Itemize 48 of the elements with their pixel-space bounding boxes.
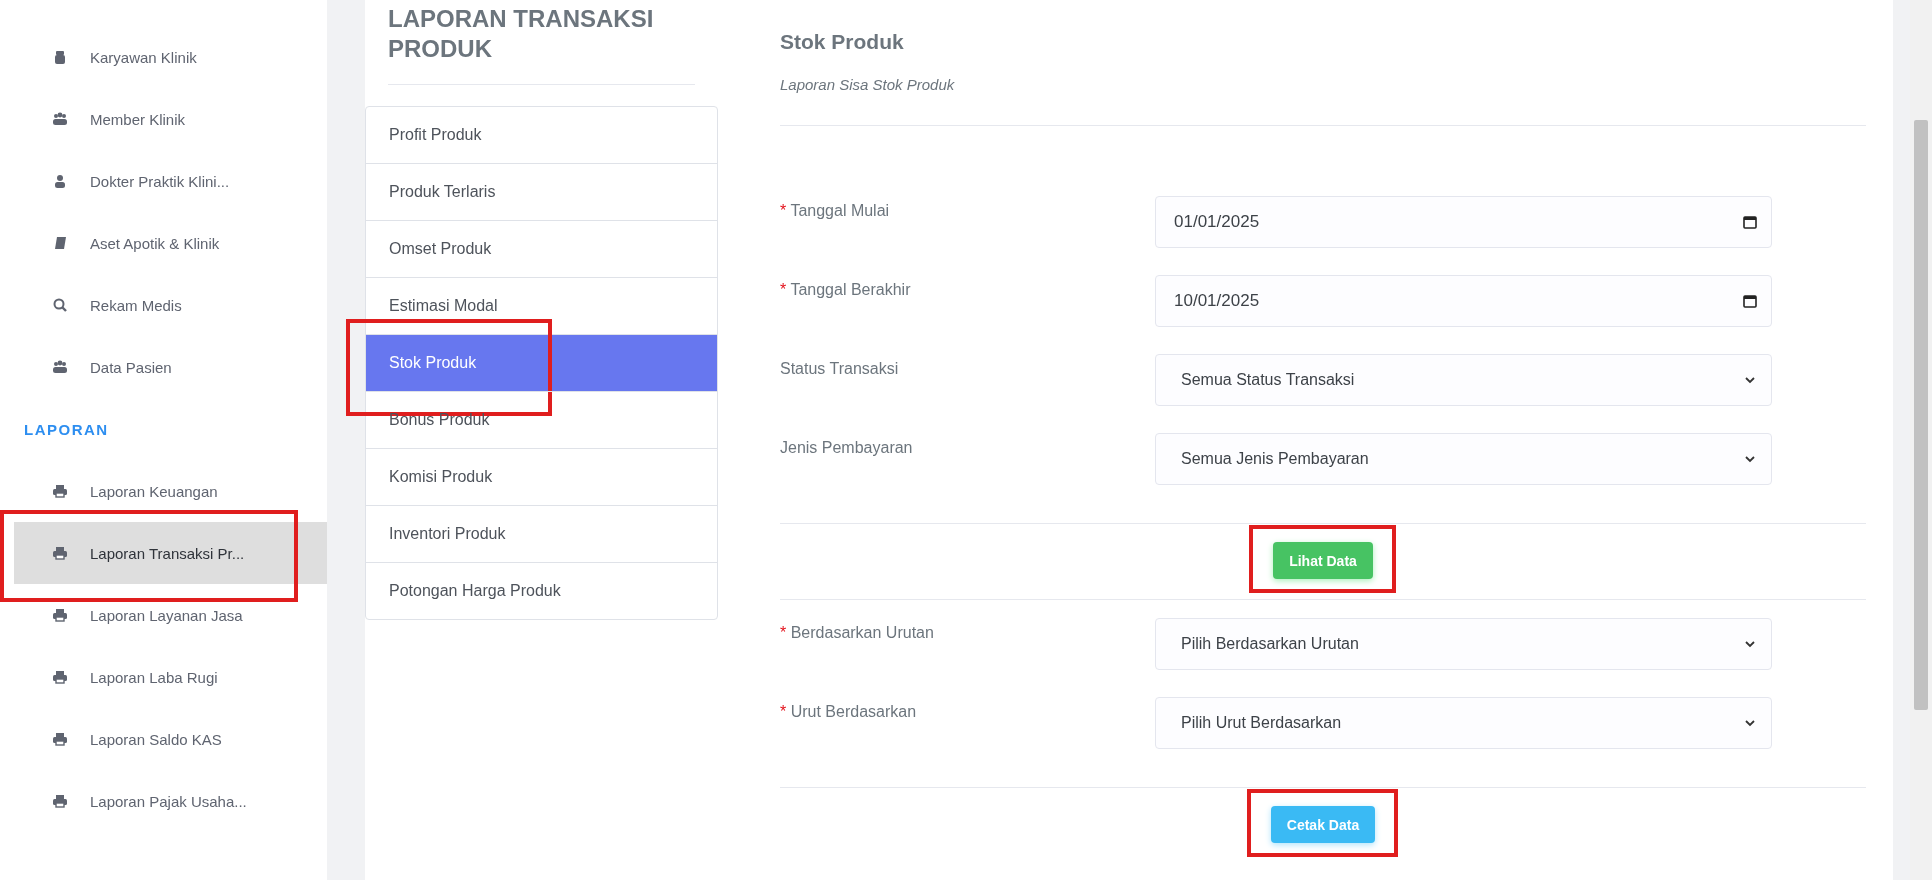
sidebar-item[interactable]: Dokter Praktik Klini... bbox=[14, 150, 327, 212]
sidebar-item[interactable]: Laporan Transaksi Pr... bbox=[14, 522, 327, 584]
report-subtitle: Laporan Sisa Stok Produk bbox=[780, 76, 1866, 126]
calendar-icon bbox=[1743, 215, 1757, 229]
dropdown[interactable]: Pilih Berdasarkan Urutan bbox=[1155, 618, 1772, 670]
search-icon bbox=[52, 297, 68, 313]
group-icon bbox=[52, 359, 68, 375]
dropdown[interactable]: Semua Jenis Pembayaran bbox=[1155, 433, 1772, 485]
dropdown[interactable]: Semua Status Transaksi bbox=[1155, 354, 1772, 406]
person-icon bbox=[52, 173, 68, 189]
sidebar-item[interactable]: Laporan Laba Rugi bbox=[14, 646, 327, 708]
report-menu-item[interactable]: Produk Terlaris bbox=[366, 163, 717, 220]
calendar-icon bbox=[1743, 294, 1757, 308]
sidebar-item[interactable]: Member Klinik bbox=[14, 88, 327, 150]
field-label: * Urut Berdasarkan bbox=[780, 702, 918, 722]
date-field[interactable]: 01/01/2025 bbox=[1155, 196, 1772, 248]
field-label: Status Transaksi bbox=[780, 359, 900, 379]
section-heading: LAPORAN bbox=[24, 420, 109, 438]
field-label: * Tanggal Berakhir bbox=[780, 280, 912, 300]
printer-icon bbox=[52, 607, 68, 623]
printer-icon bbox=[52, 731, 68, 747]
field-label: Jenis Pembayaran bbox=[780, 438, 914, 458]
report-menu-item[interactable]: Stok Produk bbox=[366, 334, 717, 391]
sidebar-item[interactable]: Laporan Pajak Usaha... bbox=[14, 770, 327, 832]
report-menu-item[interactable]: Bonus Produk bbox=[366, 391, 717, 448]
sidebar-item[interactable]: Rekam Medis bbox=[14, 274, 327, 336]
report-menu-item[interactable]: Komisi Produk bbox=[366, 448, 717, 505]
report-menu-item[interactable]: Potongan Harga Produk bbox=[366, 562, 717, 619]
field-label: * Tanggal Mulai bbox=[780, 201, 891, 221]
report-title: Stok Produk bbox=[780, 30, 905, 54]
printer-icon bbox=[52, 545, 68, 561]
sidebar-item[interactable]: Data Pasien bbox=[14, 336, 327, 398]
sidebar-item[interactable]: Laporan Layanan Jasa bbox=[14, 584, 327, 646]
dropdown[interactable]: Pilih Urut Berdasarkan bbox=[1155, 697, 1772, 749]
date-field[interactable]: 10/01/2025 bbox=[1155, 275, 1772, 327]
printer-icon bbox=[52, 793, 68, 809]
panel-title: LAPORAN TRANSAKSI PRODUK bbox=[388, 4, 695, 85]
sidebar-item[interactable]: Karyawan Klinik bbox=[14, 26, 327, 88]
group-icon bbox=[52, 111, 68, 127]
field-label: * Berdasarkan Urutan bbox=[780, 623, 935, 643]
sidebar-item[interactable]: Laporan Keuangan bbox=[14, 460, 327, 522]
report-menu-item[interactable]: Profit Produk bbox=[366, 107, 717, 163]
report-menu-item[interactable]: Omset Produk bbox=[366, 220, 717, 277]
sidebar-item[interactable]: Laporan Saldo KAS bbox=[14, 708, 327, 770]
sidebar-item[interactable]: Aset Apotik & Klinik bbox=[14, 212, 327, 274]
printer-icon bbox=[52, 483, 68, 499]
printer-icon bbox=[52, 669, 68, 685]
report-menu-item[interactable]: Inventori Produk bbox=[366, 505, 717, 562]
